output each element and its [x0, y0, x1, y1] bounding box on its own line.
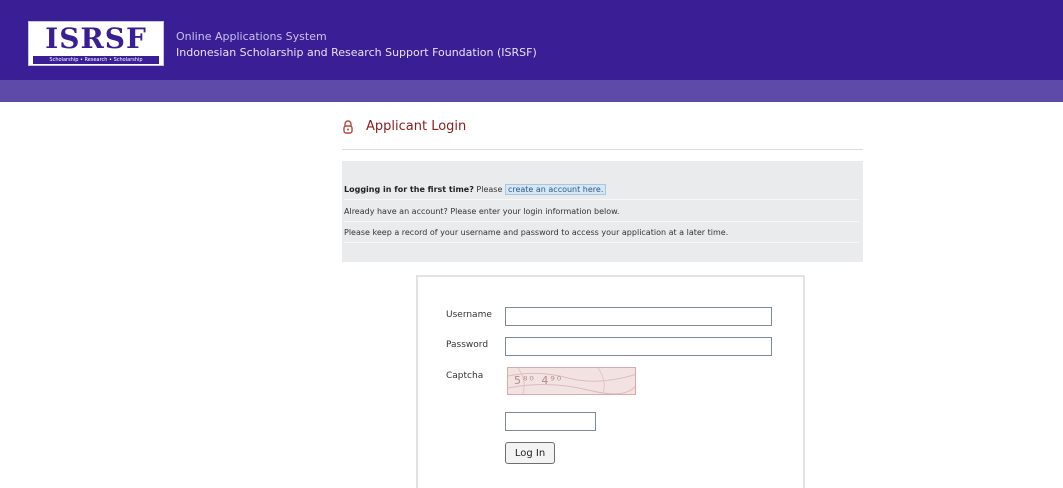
info-keep-record: Please keep a record of your username an… — [344, 226, 859, 243]
info-existing-account: Already have an account? Please enter yo… — [344, 205, 859, 222]
organization-name: Indonesian Scholarship and Research Supp… — [176, 46, 537, 59]
login-button[interactable]: Log In — [505, 442, 555, 464]
captcha-label: Captcha — [446, 371, 484, 381]
password-input[interactable] — [505, 337, 772, 356]
first-time-text: Please — [476, 185, 503, 194]
first-time-question: Logging in for the first time? — [344, 185, 474, 194]
page-title: Applicant Login — [366, 119, 467, 134]
captcha-input[interactable] — [505, 412, 596, 431]
isrsf-logo[interactable]: ISRSF Scholarship • Research • Scholarsh… — [28, 21, 164, 66]
login-info-box: Logging in for the first time? Please cr… — [342, 161, 863, 262]
system-name: Online Applications System — [176, 30, 327, 43]
logo-text: ISRSF — [45, 22, 147, 55]
create-account-link[interactable]: create an account here. — [504, 184, 607, 195]
header-bar: ISRSF Scholarship • Research • Scholarsh… — [0, 0, 1063, 80]
captcha-image: 5⁸⁰ 4⁹⁰ — [507, 367, 636, 395]
title-divider — [342, 149, 863, 150]
captcha-text: 5⁸⁰ 4⁹⁰ — [514, 374, 564, 387]
password-label: Password — [446, 340, 489, 350]
lock-icon — [343, 120, 353, 134]
info-first-time: Logging in for the first time? Please cr… — [344, 183, 859, 200]
username-label: Username — [446, 310, 492, 320]
logo-tagline: Scholarship • Research • Scholarship — [33, 56, 159, 64]
username-input[interactable] — [505, 307, 772, 326]
nav-subbar — [0, 80, 1063, 102]
